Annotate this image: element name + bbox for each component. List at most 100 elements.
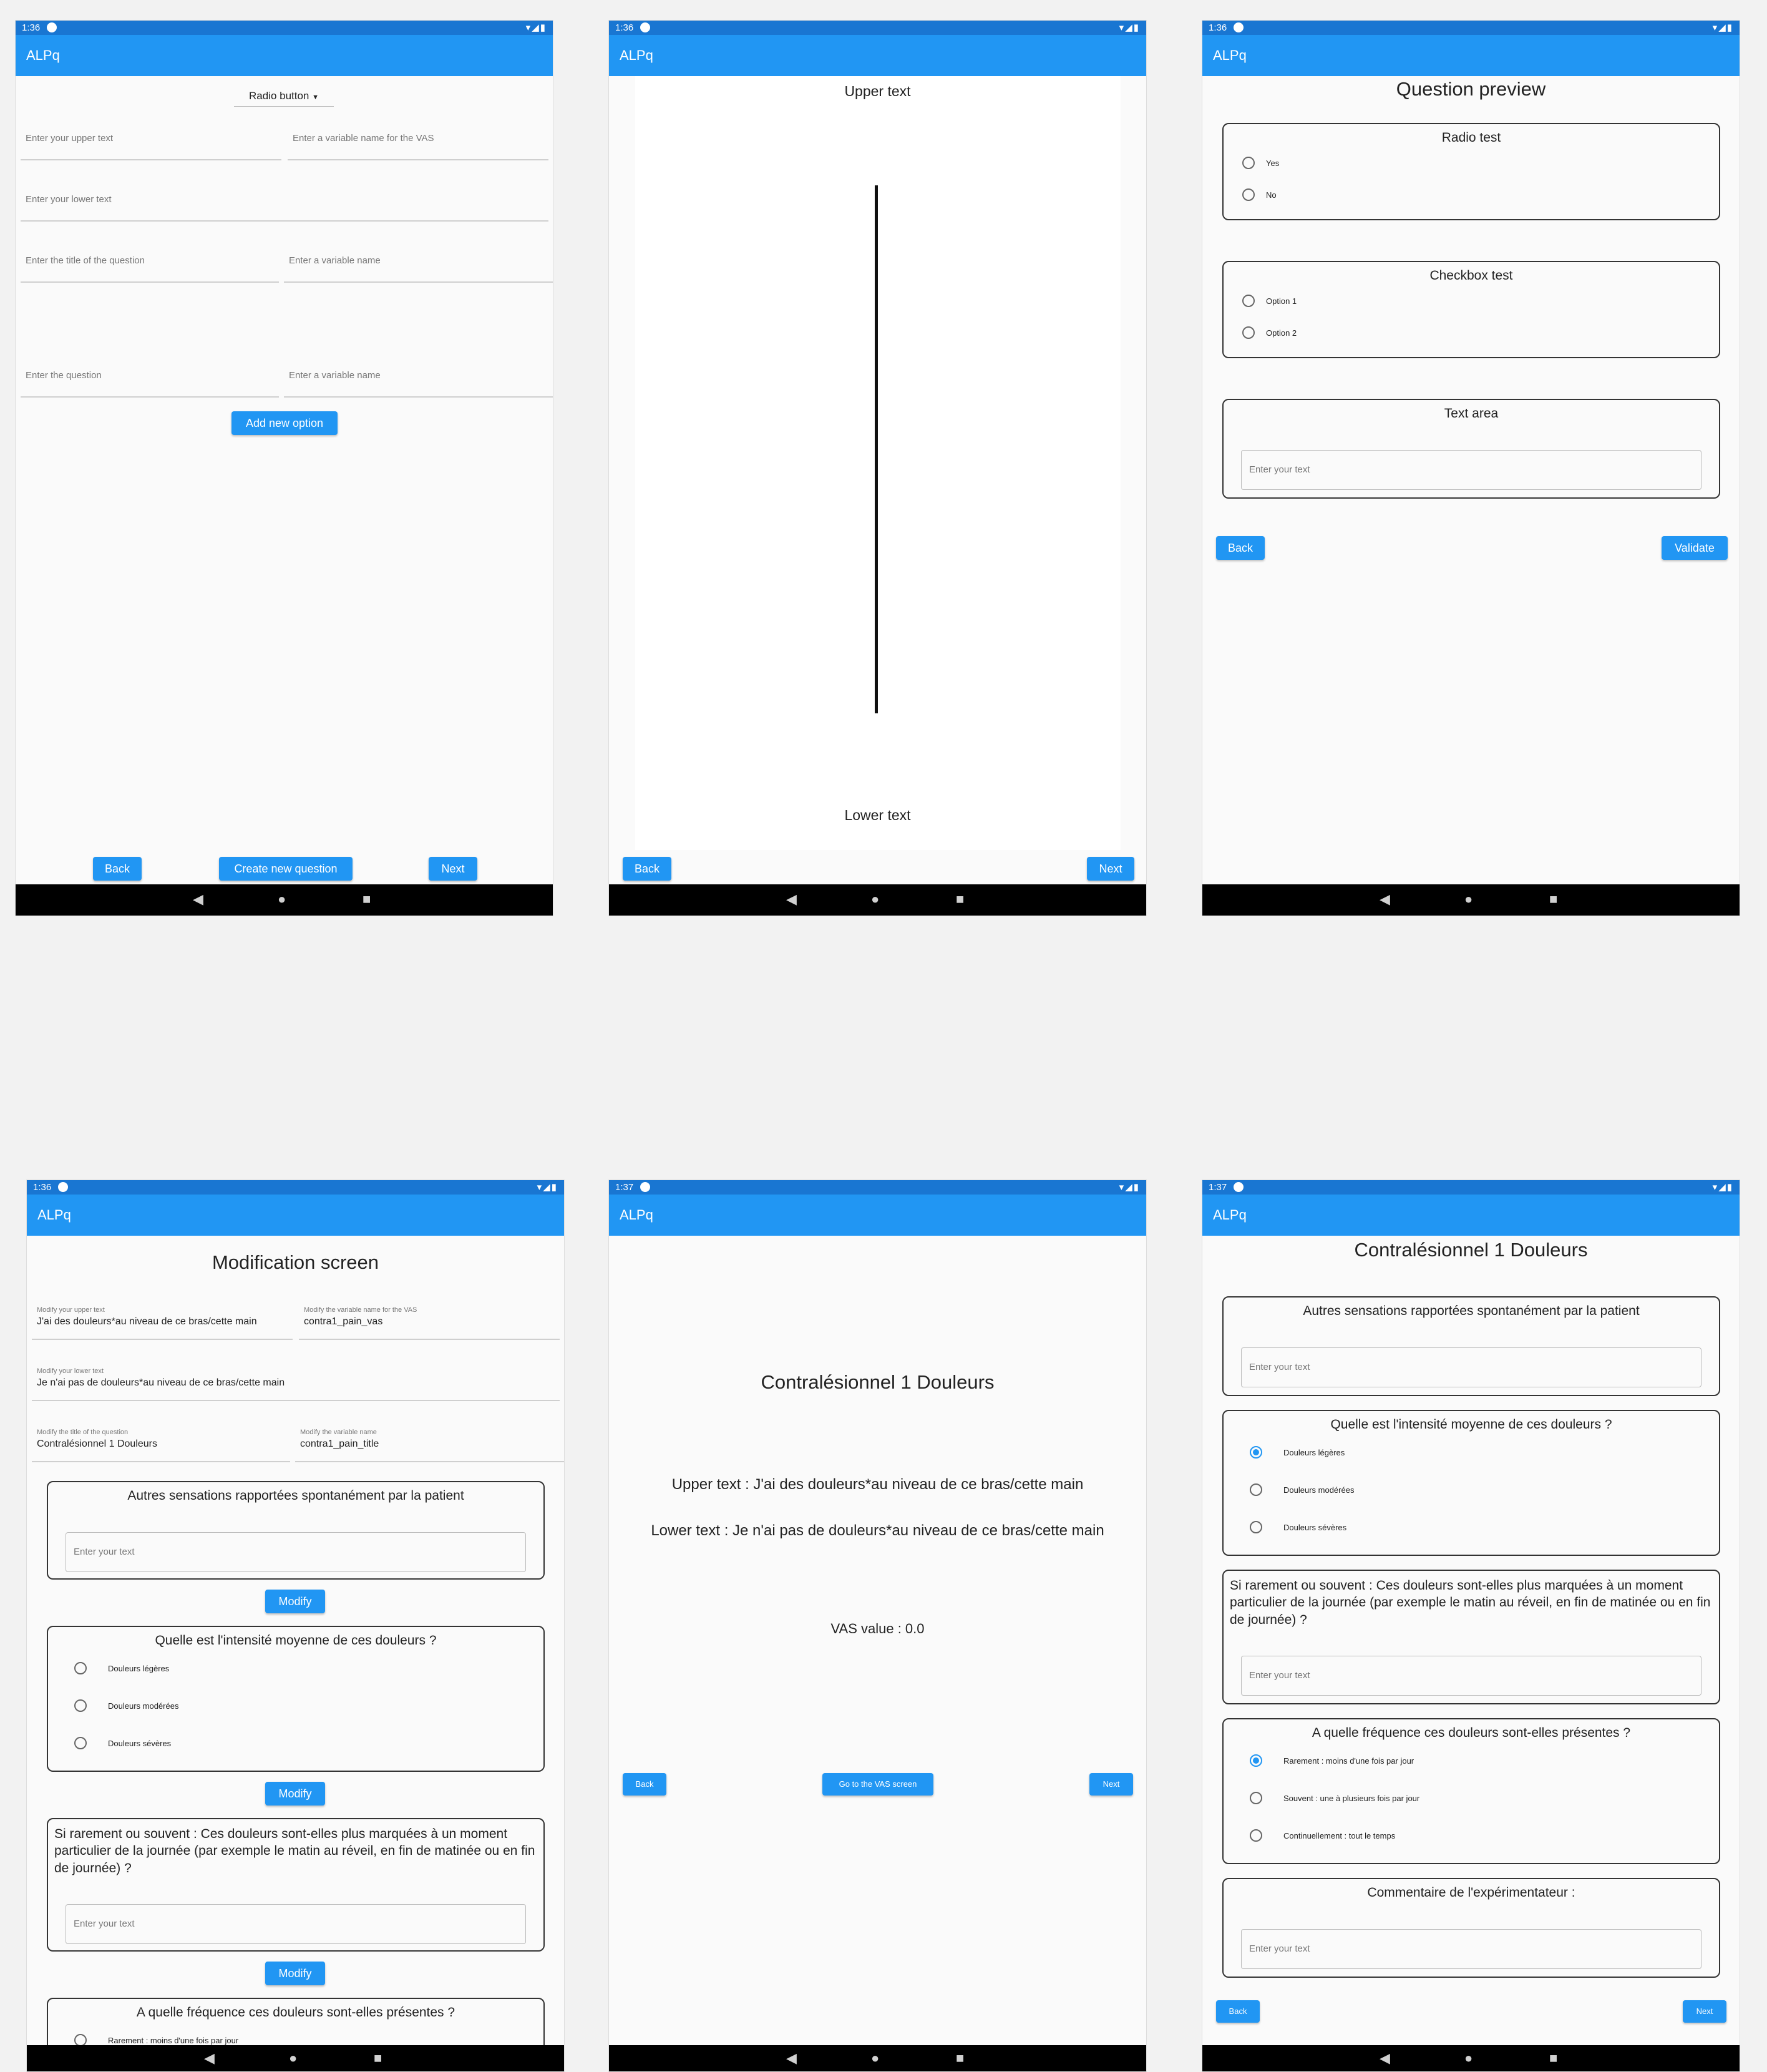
modify-lower-text-input[interactable]: Modify your lower text Je n'ai pas de dou… bbox=[32, 1359, 560, 1401]
q2-radio-1[interactable] bbox=[1250, 1446, 1262, 1459]
radio-no[interactable] bbox=[1242, 188, 1255, 201]
q4-radio-1[interactable] bbox=[1250, 1754, 1262, 1767]
next-button[interactable]: Next bbox=[1089, 1773, 1133, 1796]
lower-text-input[interactable]: Enter your lower text bbox=[21, 179, 548, 222]
nav-back-icon[interactable]: ◀ bbox=[786, 2050, 797, 2066]
question-placeholder: Enter the question bbox=[26, 370, 102, 381]
nav-home-icon[interactable]: ● bbox=[1464, 891, 1472, 907]
nav-home-icon[interactable]: ● bbox=[289, 2050, 297, 2066]
modify-vas-variable-input[interactable]: Modify the variable name for the VAS cont… bbox=[299, 1297, 560, 1340]
next-button[interactable]: Next bbox=[429, 857, 477, 881]
next-button[interactable]: Next bbox=[1683, 2000, 1726, 2023]
radio-question-title: Radio test bbox=[1441, 130, 1501, 145]
question-5-input[interactable]: Enter your text bbox=[1241, 1929, 1701, 1969]
chevron-down-icon: ▼ bbox=[312, 94, 319, 101]
page-title: Contralésionnel 1 Douleurs bbox=[761, 1371, 995, 1393]
title-variable-input[interactable]: Enter a variable name bbox=[284, 240, 553, 283]
q2-radio-3[interactable] bbox=[74, 1737, 87, 1749]
q2-radio-2[interactable] bbox=[74, 1699, 87, 1712]
question-1-input[interactable]: Enter your text bbox=[66, 1532, 526, 1572]
checkbox-option-1-label: Option 1 bbox=[1266, 296, 1297, 306]
question-variable-input[interactable]: Enter a variable name bbox=[284, 355, 553, 398]
q2-radio-1[interactable] bbox=[74, 1662, 87, 1674]
nav-back-icon[interactable]: ◀ bbox=[193, 891, 203, 907]
nav-recent-icon[interactable]: ■ bbox=[956, 891, 964, 907]
nav-home-icon[interactable]: ● bbox=[871, 2050, 879, 2066]
question-5-title: Commentaire de l'expérimentateur : bbox=[1367, 1885, 1575, 1900]
modify-question-title-input[interactable]: Modify the title of the question Contralé… bbox=[32, 1420, 290, 1462]
question-card-5: Commentaire de l'expérimentateur : Enter… bbox=[1222, 1878, 1720, 1978]
text-area-input[interactable]: Enter your text bbox=[1241, 450, 1701, 490]
q2-option-2-label: Douleurs modérées bbox=[108, 1701, 179, 1711]
nav-back-icon[interactable]: ◀ bbox=[786, 891, 797, 907]
nav-home-icon[interactable]: ● bbox=[871, 891, 879, 907]
question-variable-placeholder: Enter a variable name bbox=[289, 370, 381, 381]
back-button[interactable]: Back bbox=[623, 1773, 666, 1796]
validate-button[interactable]: Validate bbox=[1662, 536, 1728, 560]
nav-recent-icon[interactable]: ■ bbox=[374, 2050, 382, 2066]
q4-radio-2[interactable] bbox=[1250, 1792, 1262, 1804]
back-button[interactable]: Back bbox=[623, 857, 671, 881]
question-3-input[interactable]: Enter your text bbox=[1241, 1656, 1701, 1696]
back-button[interactable]: Back bbox=[1216, 536, 1265, 560]
nav-home-icon[interactable]: ● bbox=[1464, 2050, 1472, 2066]
dropdown-value: Radio button bbox=[248, 90, 309, 102]
nav-recent-icon[interactable]: ■ bbox=[1549, 2050, 1557, 2066]
nav-recent-icon[interactable]: ■ bbox=[956, 2050, 964, 2066]
upper-text-summary: Upper text : J'ai des douleurs*au niveau… bbox=[671, 1476, 1084, 1493]
app-bar: ALPq bbox=[27, 1195, 564, 1236]
status-bar: 1:37 ▾◢▮ bbox=[1202, 1180, 1740, 1195]
status-bar: 1:36 ▾◢▮ bbox=[609, 21, 1146, 35]
go-to-vas-button[interactable]: Go to the VAS screen bbox=[822, 1773, 933, 1796]
q4-radio-3[interactable] bbox=[1250, 1829, 1262, 1842]
next-button[interactable]: Next bbox=[1087, 857, 1134, 881]
vas-variable-input[interactable]: Enter a variable name for the VAS bbox=[288, 118, 548, 160]
add-option-button[interactable]: Add new option bbox=[231, 411, 338, 435]
modify-button-1[interactable]: Modify bbox=[265, 1590, 325, 1613]
q2-radio-2[interactable] bbox=[1250, 1483, 1262, 1496]
question-card-4: A quelle fréquence ces douleurs sont-ell… bbox=[1222, 1718, 1720, 1864]
question-1-input[interactable]: Enter your text bbox=[1241, 1347, 1701, 1387]
question-type-dropdown[interactable]: Radio button ▼ bbox=[234, 86, 334, 107]
status-time: 1:36 bbox=[33, 1182, 52, 1193]
modify-variable-label: Modify the variable name bbox=[300, 1429, 377, 1436]
upper-text-placeholder: Enter your upper text bbox=[26, 133, 114, 144]
vas-slider[interactable] bbox=[875, 185, 878, 713]
q2-radio-3[interactable] bbox=[1250, 1521, 1262, 1533]
modify-button-2[interactable]: Modify bbox=[265, 1782, 325, 1806]
nav-recent-icon[interactable]: ■ bbox=[363, 891, 371, 907]
question-1-title: Autres sensations rapportées spontanémen… bbox=[127, 1488, 464, 1503]
q4-option-1-label: Rarement : moins d'une fois par jour bbox=[1283, 1756, 1414, 1766]
create-question-button[interactable]: Create new question bbox=[219, 857, 353, 881]
question-3-input[interactable]: Enter your text bbox=[66, 1904, 526, 1944]
modify-upper-text-input[interactable]: Modify your upper text J'ai des douleurs*… bbox=[32, 1297, 293, 1340]
upper-text-input[interactable]: Enter your upper text bbox=[21, 118, 281, 160]
app-title: ALPq bbox=[1213, 47, 1247, 63]
question-title-input[interactable]: Enter the title of the question bbox=[21, 240, 279, 283]
text-area-title: Text area bbox=[1444, 406, 1499, 421]
question-1-placeholder: Enter your text bbox=[1249, 1362, 1310, 1372]
nav-recent-icon[interactable]: ■ bbox=[1549, 891, 1557, 907]
checkbox-option-1[interactable] bbox=[1242, 295, 1255, 307]
modify-variable-input[interactable]: Modify the variable name contra1_pain_tit… bbox=[295, 1420, 564, 1462]
question-input[interactable]: Enter the question bbox=[21, 355, 279, 398]
app-bar: ALPq bbox=[1202, 35, 1740, 76]
system-nav-bar: ◀ ● ■ bbox=[1202, 884, 1740, 916]
nav-home-icon[interactable]: ● bbox=[278, 891, 286, 907]
back-button[interactable]: Back bbox=[93, 857, 142, 881]
checkbox-option-2[interactable] bbox=[1242, 326, 1255, 339]
nav-back-icon[interactable]: ◀ bbox=[1380, 891, 1390, 907]
back-button[interactable]: Back bbox=[1216, 2000, 1260, 2023]
question-card-3: Si rarement ou souvent : Ces douleurs so… bbox=[47, 1818, 545, 1952]
nav-back-icon[interactable]: ◀ bbox=[204, 2050, 215, 2066]
q4-radio-1[interactable] bbox=[74, 2034, 87, 2046]
modify-button-3[interactable]: Modify bbox=[265, 1962, 325, 1985]
title-variable-placeholder: Enter a variable name bbox=[289, 255, 381, 266]
app-title: ALPq bbox=[620, 1207, 653, 1223]
radio-yes[interactable] bbox=[1242, 157, 1255, 169]
nav-back-icon[interactable]: ◀ bbox=[1380, 2050, 1390, 2066]
app-title: ALPq bbox=[26, 47, 60, 63]
question-card-2: Quelle est l'intensité moyenne de ces do… bbox=[47, 1626, 545, 1772]
status-bar: 1:36 ▾◢▮ bbox=[1202, 21, 1740, 35]
q2-option-1-label: Douleurs légères bbox=[108, 1664, 170, 1673]
